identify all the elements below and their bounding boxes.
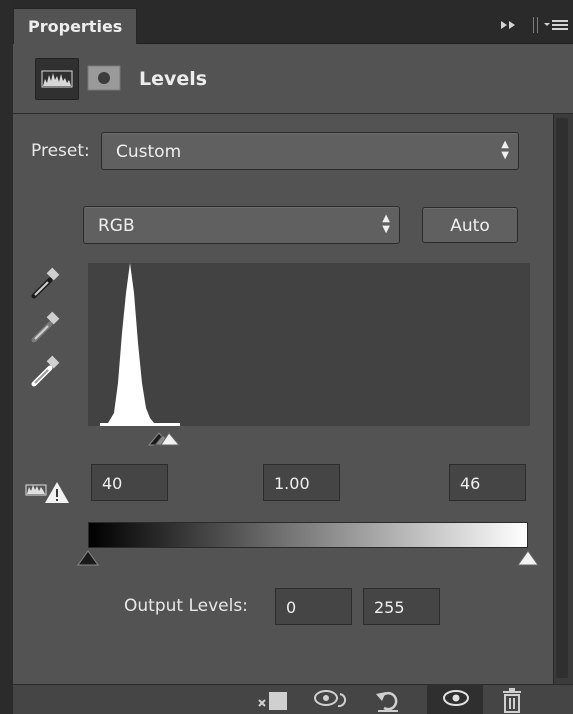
select-arrows-icon: ▲ ▼ xyxy=(501,139,509,161)
mask-button[interactable] xyxy=(86,62,122,94)
histogram-graph xyxy=(100,263,180,426)
sample-highlights-eyedropper-icon[interactable] xyxy=(31,355,60,387)
view-previous-state-icon[interactable] xyxy=(312,686,352,714)
input-midtone-value: 1.00 xyxy=(274,474,310,493)
input-shadow-value: 40 xyxy=(102,474,123,493)
sample-midtones-eyedropper-icon[interactable] xyxy=(31,311,60,343)
output-gradient-bar xyxy=(88,522,528,548)
adjustment-levels-button[interactable] xyxy=(35,58,79,100)
menu-divider xyxy=(537,17,538,33)
tab-properties[interactable]: Properties xyxy=(13,8,137,45)
panel-menu-controls xyxy=(495,12,573,38)
input-highlight-value: 46 xyxy=(460,474,481,493)
output-high-value: 255 xyxy=(374,598,405,617)
sample-shadows-eyedropper-icon[interactable] xyxy=(31,267,60,299)
levels-histogram-icon xyxy=(41,70,73,88)
channel-select[interactable]: RGB ▲ ▼ xyxy=(83,206,400,244)
eyedropper-tools xyxy=(31,267,60,387)
input-shadow-field[interactable]: 40 xyxy=(91,464,168,501)
output-levels-label: Output Levels: xyxy=(124,596,248,616)
input-midtone-field[interactable]: 1.00 xyxy=(263,464,340,501)
output-highlight-slider[interactable] xyxy=(517,550,539,566)
input-level-sliders xyxy=(147,432,181,446)
preset-value: Custom xyxy=(116,142,182,162)
clip-to-layer-icon[interactable] xyxy=(255,686,291,714)
mask-icon xyxy=(87,65,121,91)
output-low-value: 0 xyxy=(286,598,297,617)
input-highlight-field[interactable]: 46 xyxy=(449,464,526,501)
output-low-field[interactable]: 0 xyxy=(275,588,352,625)
delete-icon[interactable] xyxy=(496,686,528,714)
panel-title: Levels xyxy=(139,68,208,90)
select-arrows-icon: ▲ ▼ xyxy=(382,213,390,235)
auto-button[interactable]: Auto xyxy=(422,207,518,243)
tab-properties-label: Properties xyxy=(28,17,123,36)
output-high-field[interactable]: 255 xyxy=(363,588,440,625)
bottom-toolbar xyxy=(13,684,573,714)
channel-value: RGB xyxy=(98,216,135,236)
clipping-warning-icon[interactable] xyxy=(25,477,71,505)
double-chevron-right-icon[interactable] xyxy=(501,21,515,29)
output-shadow-slider[interactable] xyxy=(77,550,99,566)
left-edge-strip xyxy=(0,0,13,714)
auto-button-label: Auto xyxy=(450,216,490,236)
reset-icon[interactable] xyxy=(372,686,408,714)
panel-menu-icon[interactable] xyxy=(544,20,568,30)
toggle-visibility-icon[interactable] xyxy=(438,686,474,714)
preset-label: Preset: xyxy=(31,141,90,161)
scrollbar-thumb[interactable] xyxy=(556,118,568,678)
output-level-sliders xyxy=(77,550,539,566)
levels-histogram xyxy=(88,263,530,426)
preset-select[interactable]: Custom ▲ ▼ xyxy=(101,132,519,170)
menu-divider xyxy=(533,17,534,33)
